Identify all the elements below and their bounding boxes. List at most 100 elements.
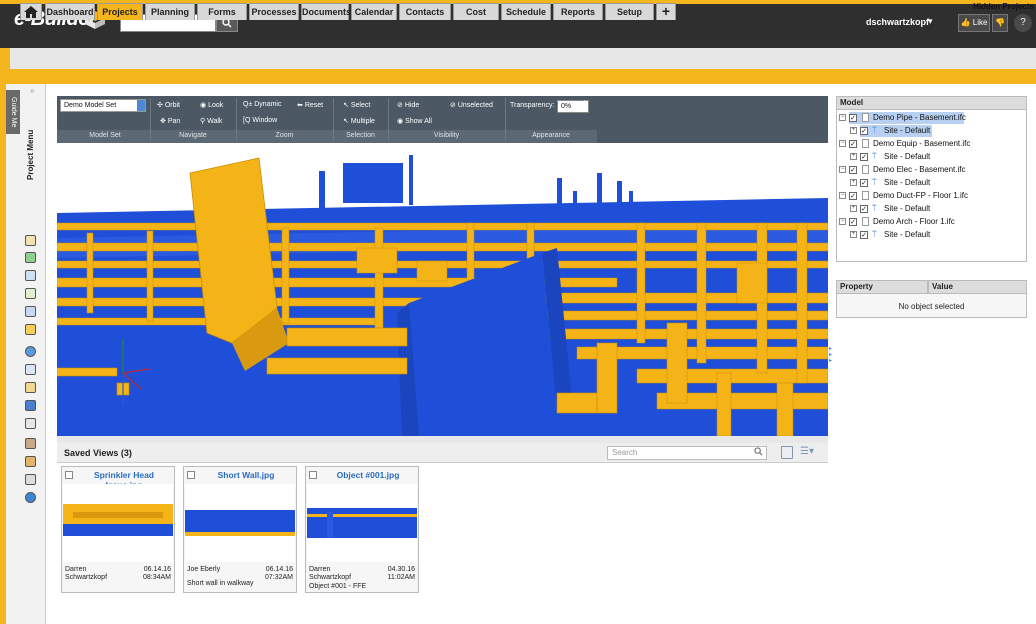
value-column-header[interactable]: Value [928, 280, 1027, 294]
tree-checkbox[interactable]: ✓ [849, 114, 857, 122]
tree-checkbox[interactable]: ✓ [860, 231, 868, 239]
card-checkbox[interactable] [65, 471, 73, 479]
model-set-select[interactable]: Demo Model Set [60, 99, 146, 112]
select-button[interactable]: ↖ Select [343, 101, 370, 109]
hide-unselected-button[interactable]: ⊘ Unselected [450, 101, 493, 109]
expand-icon[interactable]: + [850, 153, 857, 160]
model-set-caret-icon[interactable] [137, 100, 145, 111]
tab-cost[interactable]: Cost [453, 3, 499, 20]
tab-planning[interactable]: Planning [145, 3, 195, 20]
user-menu-caret-icon[interactable]: ▾ [928, 16, 933, 27]
tree-item-model[interactable]: ✓ Demo Duct-FP - Floor 1.ifc [849, 190, 984, 202]
documents-icon[interactable] [25, 382, 36, 393]
save-view-icon[interactable] [781, 446, 793, 459]
reset-button[interactable]: ⬅ Reset [297, 101, 323, 109]
expand-icon[interactable]: + [850, 231, 857, 238]
tree-checkbox[interactable]: ✓ [849, 192, 857, 200]
list-menu-icon[interactable]: ☰▾ [800, 446, 814, 457]
form-icon[interactable] [25, 364, 36, 375]
tree-item-site[interactable]: ✓ ⍑ Site - Default [860, 151, 932, 163]
guide-me-button[interactable]: Guide Me [6, 90, 20, 134]
home-tab[interactable] [20, 3, 42, 20]
tab-schedule[interactable]: Schedule [501, 3, 551, 20]
tree-item-site[interactable]: ✓ ⍑ Site - Default [860, 177, 932, 189]
saved-view-card[interactable]: Sprinkler Head Issue.jpg DarrenSchwartzk… [61, 466, 175, 593]
property-column-header[interactable]: Property [836, 280, 928, 294]
card-title[interactable]: Object #001.jpg [320, 470, 416, 480]
collapse-rail-icon[interactable]: » [30, 86, 34, 95]
expand-icon[interactable]: + [850, 179, 857, 186]
gavel-icon[interactable] [25, 456, 36, 467]
tab-calendar[interactable]: Calendar [351, 3, 397, 20]
tree-item-model[interactable]: ✓ Demo Equip - Basement.ifc [849, 138, 979, 150]
saved-view-card[interactable]: Short Wall.jpg Joe Eberly 06.14.16 07:32A… [183, 466, 297, 593]
tab-documents[interactable]: Documents [301, 3, 351, 20]
tree-checkbox[interactable]: ✓ [860, 127, 868, 135]
report-icon[interactable] [25, 474, 36, 485]
tree-item-site[interactable]: ✓ ⍑ Site - Default [860, 125, 932, 137]
expand-icon[interactable]: + [850, 205, 857, 212]
tab-setup[interactable]: Setup [605, 3, 654, 20]
model-3d-viewport[interactable] [57, 143, 828, 436]
tree-item-model[interactable]: ✓ Demo Arch - Floor 1.ifc [849, 216, 979, 228]
card-thumbnail[interactable] [63, 484, 173, 562]
card-checkbox[interactable] [309, 471, 317, 479]
multiple-select-button[interactable]: ↖ Multiple [343, 117, 375, 125]
project-menu-label[interactable]: Project Menu [26, 120, 40, 190]
orbit-button[interactable]: ✣ Orbit [157, 101, 180, 109]
add-tab-button[interactable]: + [656, 3, 676, 20]
tab-dashboard[interactable]: Dashboard [45, 3, 95, 20]
collapse-right-panel-icon[interactable]: ▸ ▸ ▸ [829, 346, 832, 364]
book-icon[interactable] [25, 400, 36, 411]
tab-processes[interactable]: Processes [249, 3, 299, 20]
zoom-window-button[interactable]: [Q Window [243, 117, 277, 124]
collapse-icon[interactable]: − [839, 192, 846, 199]
viewer-resize-handle[interactable] [57, 436, 828, 443]
search-icon[interactable] [754, 447, 763, 458]
saved-view-card[interactable]: Object #001.jpg Darren Schwartzkopf 04.30… [305, 466, 419, 593]
show-all-button[interactable]: ◉ Show All [397, 117, 432, 125]
hide-button[interactable]: ⊘ Hide [397, 101, 419, 109]
folder-icon[interactable] [25, 324, 36, 335]
card-thumbnail[interactable] [185, 484, 295, 562]
tree-checkbox[interactable]: ✓ [849, 166, 857, 174]
collapse-icon[interactable]: − [839, 140, 846, 147]
bank-icon[interactable] [25, 438, 36, 449]
tree-item-model[interactable]: ✓ Demo Elec - Basement.ifc [849, 164, 979, 176]
tab-forms[interactable]: Forms [197, 3, 247, 20]
expand-icon[interactable]: + [850, 127, 857, 134]
tab-reports[interactable]: Reports [553, 3, 603, 20]
stepper-arrows-icon[interactable]: ⇕ [581, 99, 589, 110]
tree-item-site[interactable]: ✓ ⍑ Site - Default [860, 203, 932, 215]
tab-contacts[interactable]: Contacts [399, 3, 451, 20]
collapse-icon[interactable]: − [839, 218, 846, 225]
help-button[interactable]: ? [1014, 14, 1032, 32]
clipboard-icon[interactable] [25, 235, 36, 246]
calendar-icon[interactable] [25, 270, 36, 281]
walk-button[interactable]: ⚲ Walk [200, 117, 222, 125]
tree-checkbox[interactable]: ✓ [849, 218, 857, 226]
pan-button[interactable]: ✥ Pan [160, 117, 180, 125]
card-title[interactable]: Short Wall.jpg [198, 470, 294, 480]
look-button[interactable]: ◉ Look [200, 101, 223, 109]
grid-icon[interactable] [25, 418, 36, 429]
tree-checkbox[interactable]: ✓ [849, 140, 857, 148]
hidden-projects-link[interactable]: Hidden Projects [973, 2, 1034, 11]
chart-icon[interactable] [25, 252, 36, 263]
username[interactable]: dschwartzkopf [866, 17, 929, 27]
card-checkbox[interactable] [187, 471, 195, 479]
checklist-icon[interactable] [25, 288, 36, 299]
collapse-icon[interactable]: − [839, 166, 846, 173]
tree-checkbox[interactable]: ✓ [860, 205, 868, 213]
collapse-icon[interactable]: − [839, 114, 846, 121]
tree-item-site[interactable]: ✓ ⍑ Site - Default [860, 229, 932, 241]
globe-icon[interactable] [25, 492, 36, 503]
saved-views-search-input[interactable]: Search [607, 446, 767, 460]
tree-checkbox[interactable]: ✓ [860, 179, 868, 187]
org-chart-icon[interactable] [25, 306, 36, 317]
tree-item-model[interactable]: ✓ Demo Pipe - Basement.ifc [849, 112, 966, 124]
card-thumbnail[interactable] [307, 484, 417, 562]
zoom-dynamic-button[interactable]: Q± Dynamic [243, 101, 281, 108]
tree-checkbox[interactable]: ✓ [860, 153, 868, 161]
tab-projects[interactable]: Projects [97, 3, 143, 20]
